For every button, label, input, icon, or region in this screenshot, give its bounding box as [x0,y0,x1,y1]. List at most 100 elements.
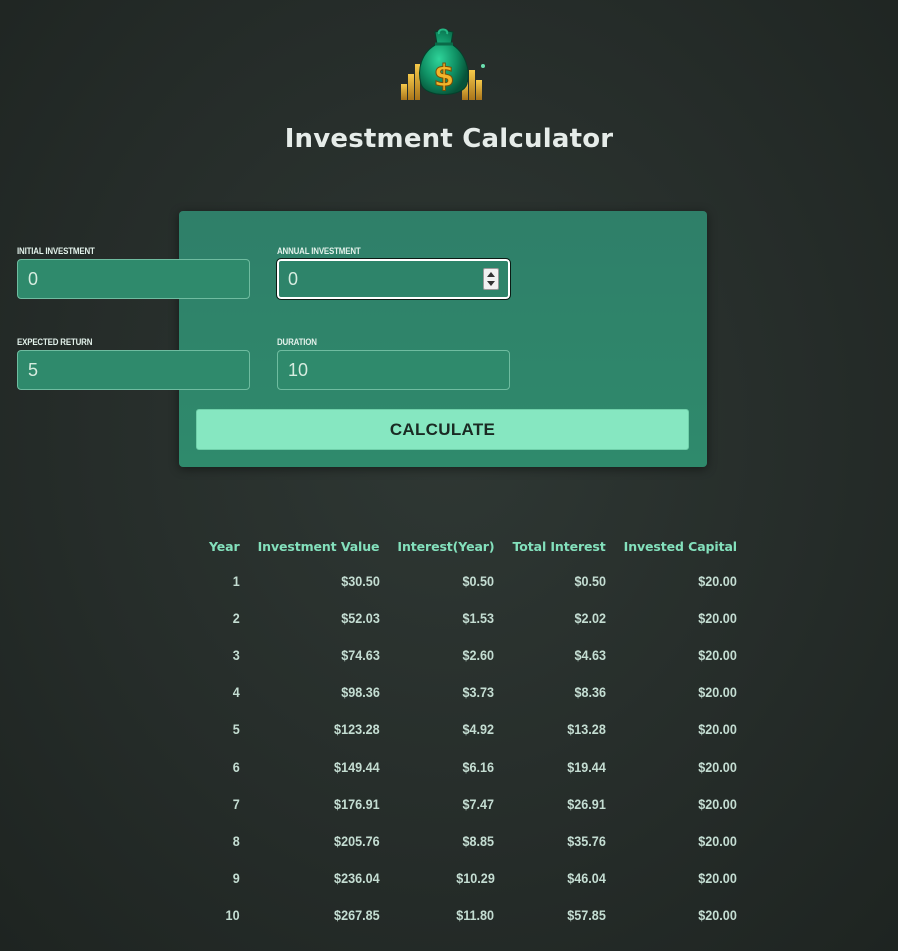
cell-investment-value: $52.03 [249,599,389,636]
cell-invested-capital: $20.00 [615,748,746,785]
cell-value: $7.47 [462,795,495,812]
cell-interest-year: $4.92 [388,711,503,748]
cell-interest-year: $10.29 [388,860,503,897]
column-header-investment-value: Investment Value [257,538,380,554]
cell-interest-year: $8.85 [388,822,503,859]
cell-investment-value: $30.50 [249,562,389,599]
cell-value: 6 [232,758,240,775]
cell-value: $0.50 [574,572,606,589]
spinner-up-icon[interactable] [487,272,495,277]
table-body: 1 $30.50 $0.50 $0.50 $20.00 2 $52.03 $1.53 $2.02… [200,562,746,934]
table-row: 9 $236.04 $10.29 $46.04 $20.00 [200,860,746,897]
cell-value: $0.50 [462,572,495,589]
cell-value: $20.00 [698,795,737,812]
table-row: 8 $205.76 $8.85 $35.76 $20.00 [200,822,746,859]
cell-value: $4.63 [574,646,606,663]
expected-return-input[interactable]: 5 [17,350,250,390]
cell-year: 8 [200,822,249,859]
annual-investment-value: 0 [288,269,299,289]
cell-value: $4.92 [462,721,495,738]
cell-value: 9 [232,870,240,887]
cell-value: 2 [232,609,240,626]
duration-input[interactable]: 10 [277,350,510,390]
cell-value: $26.91 [567,795,606,812]
cell-investment-value: $149.44 [249,748,389,785]
duration-label: Duration [277,337,317,347]
cell-interest-year: $7.47 [388,785,503,822]
cell-value: $20.00 [698,758,737,775]
column-header-invested-capital: Invested Capital [623,538,737,554]
investment-input-panel: Initial Investment 0 Annual Investment 0… [17,211,707,467]
cell-value: $52.03 [340,609,380,626]
table-row: 3 $74.63 $2.60 $4.63 $20.00 [200,636,746,673]
cell-value: $176.91 [333,795,380,812]
cell-value: $46.04 [567,870,606,887]
cell-total-interest: $35.76 [503,822,614,859]
cell-year: 6 [200,748,249,785]
cell-invested-capital: $20.00 [615,562,746,599]
column-header-interest-year: Interest(Year) [397,538,495,554]
cell-interest-year: $11.80 [388,897,503,934]
annual-investment-field-group: Annual Investment 0 [276,245,511,300]
cell-invested-capital: $20.00 [615,860,746,897]
cell-value: $30.50 [340,572,380,589]
cell-year: 9 [200,860,249,897]
cell-value: $8.85 [462,832,495,849]
table-row: 10 $267.85 $11.80 $57.85 $20.00 [200,897,746,934]
table-row: 6 $149.44 $6.16 $19.44 $20.00 [200,748,746,785]
cell-year: 10 [200,897,249,934]
number-spinner[interactable] [483,268,499,290]
cell-interest-year: $6.16 [388,748,503,785]
cell-value: $1.53 [462,609,495,626]
cell-value: $149.44 [333,758,380,775]
page-title: Investment Calculator [284,124,614,154]
cell-year: 5 [200,711,249,748]
cell-investment-value: $98.36 [249,674,389,711]
cell-value: $74.63 [340,646,380,663]
cell-value: $236.04 [333,870,380,887]
expected-return-label: Expected Return [17,337,93,347]
cell-investment-value: $267.85 [249,897,389,934]
initial-investment-label: Initial Investment [17,246,95,256]
cell-value: $20.00 [698,832,737,849]
cell-invested-capital: $20.00 [615,785,746,822]
cell-value: $19.44 [567,758,606,775]
table-row: 7 $176.91 $7.47 $26.91 $20.00 [200,785,746,822]
cell-investment-value: $123.28 [249,711,389,748]
cell-invested-capital: $20.00 [615,674,746,711]
cell-value: $8.36 [574,684,606,701]
cell-value: 3 [232,646,240,663]
cell-total-interest: $26.91 [503,785,614,822]
annual-investment-input[interactable]: 0 [276,258,511,300]
cell-invested-capital: $20.00 [615,599,746,636]
cell-value: $20.00 [698,907,737,924]
cell-value: $20.00 [698,870,737,887]
cell-value: $13.28 [567,721,606,738]
cell-value: $35.76 [567,832,606,849]
cell-total-interest: $8.36 [503,674,614,711]
initial-investment-input[interactable]: 0 [17,259,250,299]
table-row: 2 $52.03 $1.53 $2.02 $20.00 [200,599,746,636]
cell-value: $6.16 [462,758,495,775]
spinner-down-icon[interactable] [487,281,495,286]
cell-value: 7 [232,795,240,812]
cell-year: 2 [200,599,249,636]
cell-value: $20.00 [698,609,737,626]
cell-interest-year: $1.53 [388,599,503,636]
calculate-button[interactable]: CALCULATE [196,409,689,450]
cell-value: $2.60 [462,646,495,663]
cell-value: 8 [232,832,240,849]
cell-interest-year: $0.50 [388,562,503,599]
cell-investment-value: $176.91 [249,785,389,822]
initial-investment-field-group: Initial Investment 0 [17,245,250,299]
table-row: 4 $98.36 $3.73 $8.36 $20.00 [200,674,746,711]
cell-interest-year: $2.60 [388,636,503,673]
cell-investment-value: $236.04 [249,860,389,897]
cell-investment-value: $74.63 [249,636,389,673]
cell-year: 4 [200,674,249,711]
cell-interest-year: $3.73 [388,674,503,711]
cell-value: 4 [232,684,240,701]
cell-value: 10 [225,907,240,924]
table-header-row: Year Investment Value Interest(Year) Tot… [200,530,746,562]
duration-field-group: Duration 10 [277,336,510,390]
